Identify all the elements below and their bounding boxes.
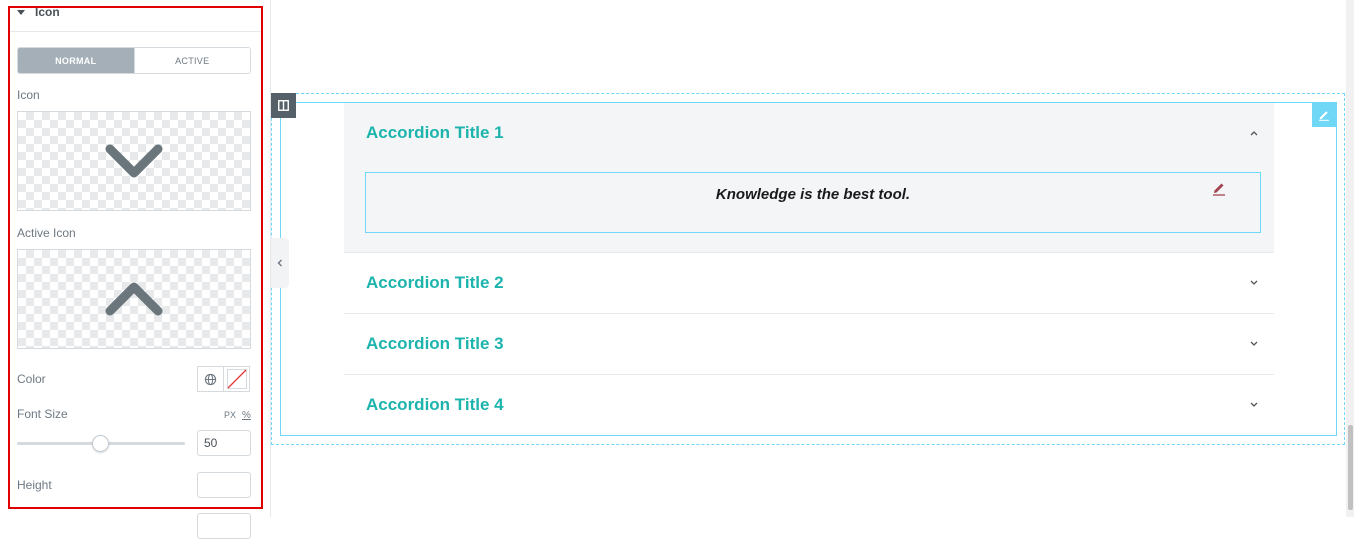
accordion-title-text: Accordion Title 1 bbox=[366, 122, 504, 142]
unit-px[interactable]: PX bbox=[224, 410, 236, 421]
chevron-left-icon bbox=[277, 259, 282, 267]
accordion-title-text: Accordion Title 4 bbox=[366, 395, 504, 414]
height-label: Height bbox=[17, 478, 52, 492]
accordion-content[interactable]: Knowledge is the best tool. bbox=[365, 172, 1261, 233]
active-icon-label: Active Icon bbox=[17, 226, 76, 240]
font-size-slider-handle[interactable] bbox=[92, 435, 109, 452]
color-controls bbox=[197, 366, 250, 392]
collapse-panel-button[interactable] bbox=[271, 238, 289, 288]
tab-active[interactable]: ACTIVE bbox=[133, 48, 250, 73]
section-handle[interactable] bbox=[271, 93, 296, 118]
color-label: Color bbox=[17, 372, 46, 386]
chevron-up-icon bbox=[105, 282, 163, 316]
accordion-content-text: Knowledge is the best tool. bbox=[715, 186, 911, 203]
section-header-icon[interactable]: Icon bbox=[17, 4, 60, 20]
widget-edit-button[interactable] bbox=[1312, 102, 1336, 127]
color-picker-swatch[interactable] bbox=[223, 366, 250, 392]
accordion-item: Accordion Title 1 Knowledge is the best … bbox=[344, 103, 1274, 253]
caret-down-icon bbox=[17, 9, 25, 15]
chevron-down-icon bbox=[1250, 402, 1258, 407]
section-title: Icon bbox=[35, 5, 60, 19]
font-size-label: Font Size bbox=[17, 407, 68, 421]
globe-icon bbox=[204, 373, 217, 385]
accordion-title-text: Accordion Title 2 bbox=[366, 273, 504, 292]
no-color-icon bbox=[226, 369, 247, 389]
global-colors-button[interactable] bbox=[197, 366, 224, 392]
scrollbar-thumb[interactable] bbox=[1348, 425, 1353, 510]
height-input[interactable] bbox=[197, 472, 251, 498]
active-icon-picker[interactable] bbox=[17, 249, 251, 349]
unit-percent[interactable]: % bbox=[242, 410, 251, 421]
chevron-down-icon bbox=[105, 144, 163, 178]
divider bbox=[10, 31, 261, 32]
state-tabs: NORMAL ACTIVE bbox=[17, 47, 251, 74]
editor-panel: Icon NORMAL ACTIVE Icon Active Icon Colo… bbox=[0, 0, 271, 539]
columns-icon bbox=[278, 100, 289, 111]
accordion-title-text: Accordion Title 3 bbox=[366, 334, 504, 353]
chevron-down-icon bbox=[1250, 341, 1258, 346]
chevron-down-icon bbox=[1250, 280, 1258, 285]
accordion-item: Accordion Title 2 bbox=[344, 253, 1274, 314]
pencil-icon bbox=[1319, 110, 1329, 121]
chevron-up-icon bbox=[1250, 130, 1258, 135]
font-size-input[interactable]: 50 bbox=[197, 430, 251, 456]
unit-switcher: PX % bbox=[224, 410, 251, 421]
accordion-title-3[interactable]: Accordion Title 3 bbox=[344, 314, 1274, 374]
accordion-title-4[interactable]: Accordion Title 4 bbox=[344, 375, 1274, 435]
accordion-title-2[interactable]: Accordion Title 2 bbox=[344, 253, 1274, 313]
pencil-icon[interactable] bbox=[1212, 180, 1226, 196]
accordion-item: Accordion Title 3 bbox=[344, 314, 1274, 375]
tab-normal[interactable]: NORMAL bbox=[18, 48, 134, 73]
accordion-title-1[interactable]: Accordion Title 1 bbox=[344, 103, 1274, 162]
icon-label: Icon bbox=[17, 88, 40, 102]
accordion-item: Accordion Title 4 bbox=[344, 375, 1274, 435]
accordion: Accordion Title 1 Knowledge is the best … bbox=[344, 103, 1274, 435]
icon-picker[interactable] bbox=[17, 111, 251, 211]
